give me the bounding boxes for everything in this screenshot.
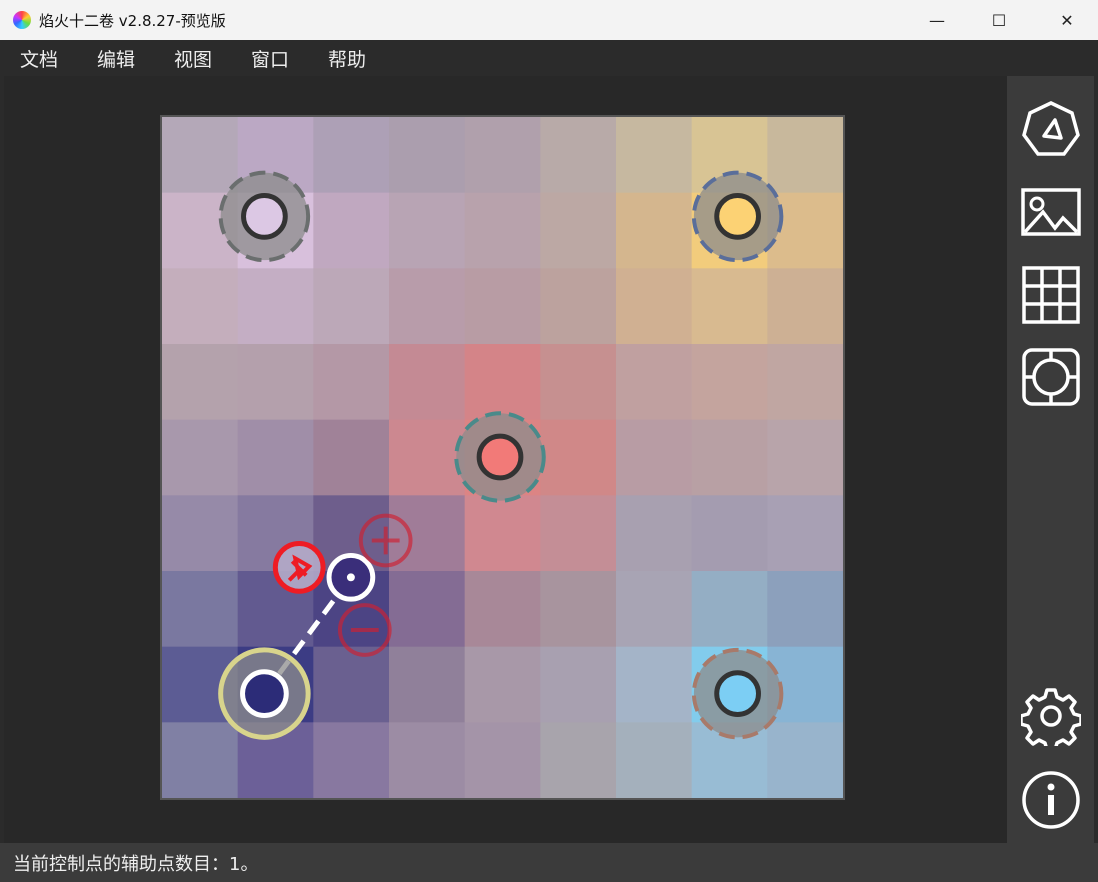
control-point[interactable] — [476, 433, 524, 481]
heptagon-triangle-icon — [1022, 101, 1080, 156]
tool-sidebar — [1007, 76, 1094, 843]
grid-cell — [767, 495, 843, 572]
grid-cell — [464, 495, 541, 572]
maximize-button[interactable]: ☐ — [976, 0, 1022, 40]
grid-cell — [691, 495, 768, 572]
grid-cell — [389, 117, 466, 194]
grid-cell — [540, 344, 617, 421]
grid-cell — [767, 268, 843, 345]
grid-cell — [237, 268, 314, 345]
app-logo-icon — [13, 11, 31, 29]
grid-cell — [313, 268, 390, 345]
selected-control-point[interactable] — [240, 669, 289, 718]
grid-cell — [691, 268, 768, 345]
grid-cell — [162, 419, 239, 496]
grid-cell — [464, 344, 541, 421]
info-button[interactable] — [1021, 770, 1081, 830]
info-icon — [1022, 771, 1080, 829]
grid-cell — [616, 495, 693, 572]
grid-cell — [162, 571, 239, 648]
menu-window[interactable]: 窗口 — [251, 45, 308, 72]
status-bar: 当前控制点的辅助点数目：1。 — [0, 843, 1098, 882]
control-point[interactable] — [241, 193, 288, 240]
grid-cell — [616, 646, 693, 723]
grid-cell — [540, 268, 617, 345]
gear-icon — [1021, 688, 1081, 746]
grid-cell — [162, 722, 239, 798]
image-button[interactable] — [1021, 183, 1081, 243]
pin-icon[interactable] — [272, 541, 326, 594]
grid-cell — [313, 646, 390, 723]
control-point[interactable] — [714, 193, 761, 240]
grid-cell — [540, 646, 617, 723]
grid-cell — [313, 344, 390, 421]
grid-cell — [313, 117, 390, 194]
grid-cell — [162, 117, 239, 194]
auxiliary-point-center — [346, 573, 355, 582]
grid-cell — [464, 268, 541, 345]
grid-cell — [464, 722, 541, 798]
window-title: 焰火十二卷 v2.8.27-预览版 — [39, 11, 226, 30]
grid-cell — [464, 117, 541, 194]
grid-cell — [540, 722, 617, 798]
grid-cell — [162, 495, 239, 572]
image-icon — [1021, 188, 1081, 236]
menu-help[interactable]: 帮助 — [328, 45, 385, 72]
grid-cell — [616, 192, 693, 269]
grid-cell — [464, 192, 541, 269]
grid-cell — [313, 722, 390, 798]
blend-button[interactable] — [1021, 347, 1081, 407]
shape-tool-button[interactable] — [1021, 100, 1081, 160]
menu-edit[interactable]: 编辑 — [97, 45, 154, 72]
menu-view[interactable]: 视图 — [174, 45, 231, 72]
grid-cell — [691, 344, 768, 421]
grid-cell — [389, 192, 466, 269]
control-point[interactable] — [714, 670, 761, 717]
grid-cell — [162, 344, 239, 421]
title-bar: 焰火十二卷 v2.8.27-预览版 — ☐ ✕ — [0, 0, 1098, 40]
grid-icon — [1022, 266, 1080, 324]
grid-button[interactable] — [1021, 265, 1081, 325]
grid-cell — [162, 268, 239, 345]
grid-cell — [616, 722, 693, 798]
grid-cell — [540, 419, 617, 496]
menu-bar: 文档 编辑 视图 窗口 帮助 — [0, 40, 1098, 76]
grid-cell — [540, 495, 617, 572]
grid-cell — [389, 344, 466, 421]
grid-cell — [237, 419, 314, 496]
grid-cell — [389, 722, 466, 798]
grid-cell — [767, 344, 843, 421]
grid-cell — [237, 344, 314, 421]
gradient-canvas[interactable] — [160, 115, 845, 800]
grid-cell — [389, 571, 466, 648]
grid-cell — [389, 646, 466, 723]
grid-cell — [767, 117, 843, 194]
grid-cell — [464, 571, 541, 648]
grid-cell — [389, 268, 466, 345]
grid-cell — [616, 268, 693, 345]
grid-cell — [464, 646, 541, 723]
close-button[interactable]: ✕ — [1044, 0, 1090, 40]
grid-cell — [691, 419, 768, 496]
grid-cell — [540, 192, 617, 269]
grid-cell — [767, 419, 843, 496]
minimize-button[interactable]: — — [914, 0, 960, 40]
grid-cell — [616, 419, 693, 496]
grid-cell — [767, 571, 843, 648]
grid-cell — [540, 571, 617, 648]
grid-cell — [313, 419, 390, 496]
grid-cell — [389, 419, 466, 496]
grid-cell — [691, 571, 768, 648]
grid-cell — [616, 117, 693, 194]
blend-icon — [1022, 348, 1080, 406]
menu-document[interactable]: 文档 — [20, 45, 77, 72]
grid-cell — [616, 344, 693, 421]
settings-button[interactable] — [1021, 686, 1081, 746]
grid-cell — [616, 571, 693, 648]
grid-cell — [313, 192, 390, 269]
grid-cell — [540, 117, 617, 194]
grid-cell — [767, 722, 843, 798]
